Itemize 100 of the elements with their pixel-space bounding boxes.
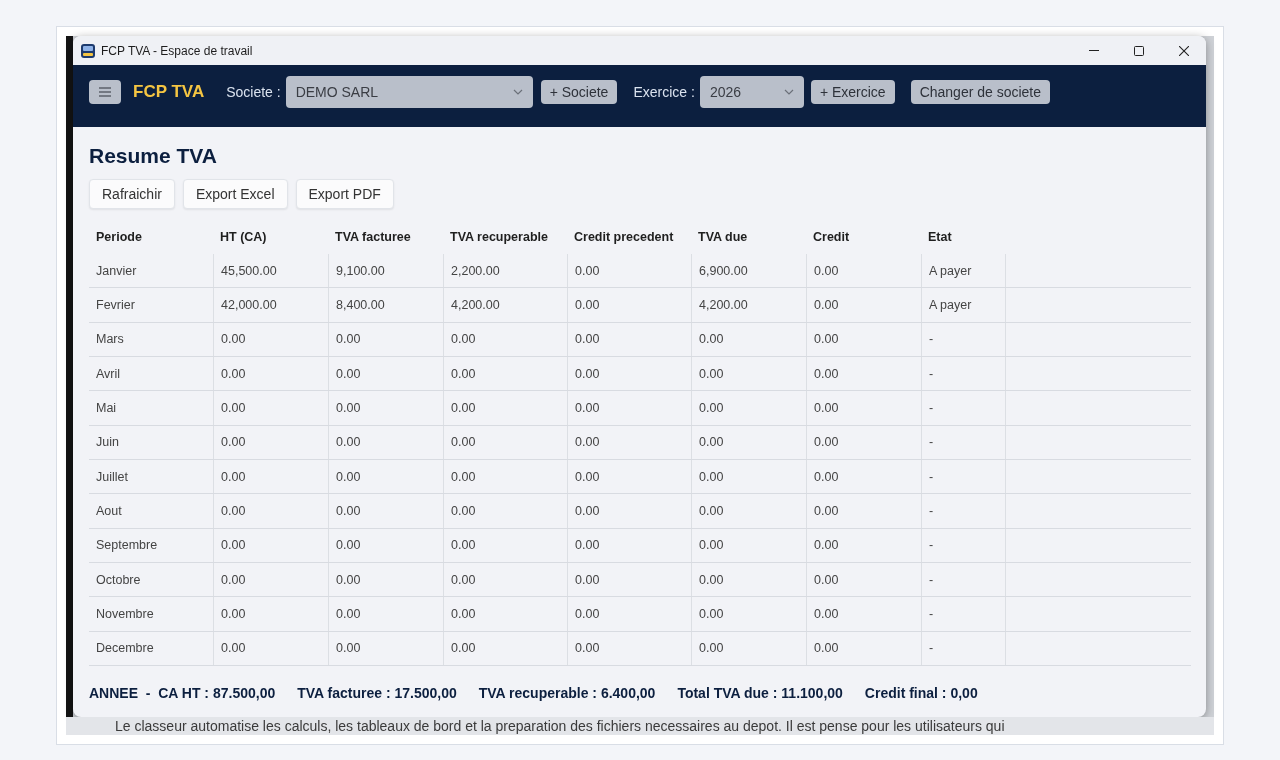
table-cell: 0.00 — [567, 631, 691, 665]
table-cell-text: Octobre — [95, 571, 142, 589]
table-cell: A payer — [921, 254, 1006, 288]
table-cell-text: Decembre — [95, 640, 155, 658]
table-cell: 0.00 — [213, 528, 328, 562]
action-button[interactable]: Export Excel — [182, 179, 288, 209]
table-cell-text: Juillet — [95, 468, 129, 486]
table-cell: 0.00 — [443, 597, 567, 631]
table-cell-text: Novembre — [95, 605, 155, 623]
column-header: TVA recuperable — [449, 228, 549, 246]
table-cell: 0.00 — [213, 357, 328, 391]
table-cell: 0.00 — [328, 425, 443, 459]
add-year-button[interactable]: + Exercice — [810, 80, 895, 104]
table-cell: 0.00 — [806, 597, 921, 631]
table-cell: 2,200.00 — [443, 254, 567, 288]
table-cell: 4,200.00 — [691, 288, 806, 322]
column-header: TVA due — [697, 228, 749, 246]
table-cell: 0.00 — [443, 494, 567, 528]
table-cell: 9,100.00 — [328, 254, 443, 288]
add-company-button[interactable]: + Societe — [540, 80, 618, 104]
table-cell: 0.00 — [806, 459, 921, 494]
column-header: HT (CA) — [219, 228, 268, 246]
table-cell: - — [921, 459, 1006, 494]
table-cell: 0.00 — [328, 631, 443, 665]
total-label: Credit final : 0,00 — [864, 683, 978, 703]
table-cell: 0.00 — [567, 425, 691, 459]
table-cell: 0.00 — [328, 391, 443, 425]
table-cell: - — [921, 391, 1006, 425]
table-cell: 0.00 — [328, 357, 443, 391]
table-cell: 0.00 — [691, 357, 806, 391]
table-cell: 0.00 — [328, 459, 443, 494]
table-cell: 0.00 — [806, 391, 921, 425]
table-cell: - — [921, 562, 1006, 597]
company-label: Societe : — [226, 84, 281, 100]
total-label: TVA recuperable : 6.400,00 — [478, 683, 656, 703]
table-cell: 0.00 — [691, 631, 806, 665]
company-select[interactable]: DEMO SARL — [285, 76, 533, 108]
table-cell: 0.00 — [328, 528, 443, 562]
change-company-button[interactable]: Changer de societe — [910, 80, 1051, 104]
table-cell: 0.00 — [443, 391, 567, 425]
table-cell: 0.00 — [806, 254, 921, 288]
table-cell: 0.00 — [328, 562, 443, 597]
table-cell: 0.00 — [806, 288, 921, 322]
table-cell: A payer — [921, 288, 1006, 322]
table-cell: - — [921, 322, 1006, 356]
table-cell: 45,500.00 — [213, 254, 328, 288]
table-cell: 0.00 — [806, 631, 921, 665]
column-header: Periode — [95, 228, 143, 246]
table-cell: 0.00 — [443, 425, 567, 459]
minimize-icon — [1088, 50, 1099, 51]
table-cell-text: Juin — [95, 434, 120, 452]
window-title: FCP TVA - Espace de travail — [101, 43, 254, 58]
action-button[interactable]: Rafraichir — [89, 179, 175, 209]
app-icon — [81, 43, 95, 58]
table-cell: 0.00 — [213, 425, 328, 459]
table-cell: 0.00 — [567, 494, 691, 528]
table-cell: 0.00 — [567, 288, 691, 322]
column-header: Credit — [812, 228, 851, 246]
table-cell: 0.00 — [213, 631, 328, 665]
table-cell: 0.00 — [213, 562, 328, 597]
table-cell: 0.00 — [567, 391, 691, 425]
table-cell-text: Aout — [95, 502, 123, 520]
page-title: Resume TVA — [89, 143, 218, 169]
chevron-down-icon — [512, 89, 523, 95]
column-header: Credit precedent — [573, 228, 675, 246]
table-cell: 0.00 — [567, 597, 691, 631]
background-text: Le classeur automatise les calculs, les tableaux de bord et la preparation des fichiers necessaires au depot. Il est pense pour les utilisateurs qui — [66, 717, 1214, 735]
menu-button[interactable] — [89, 80, 121, 104]
menu-icon — [99, 87, 111, 97]
table-cell: - — [921, 425, 1006, 459]
table-cell: - — [921, 528, 1006, 562]
action-button[interactable]: Export PDF — [295, 179, 394, 209]
table-cell: 0.00 — [328, 322, 443, 356]
table-cell: - — [921, 357, 1006, 391]
table-cell: 0.00 — [691, 391, 806, 425]
table-cell: 0.00 — [213, 322, 328, 356]
total-label: ANNEE - CA HT : 87.500,00 — [89, 683, 276, 703]
table-cell: 0.00 — [213, 597, 328, 631]
table-cell: 0.00 — [443, 322, 567, 356]
chevron-down-icon — [783, 89, 794, 95]
table-cell: 0.00 — [213, 494, 328, 528]
table-cell: 0.00 — [443, 528, 567, 562]
total-label: Total TVA due : 11.100,00 — [677, 683, 843, 703]
year-label: Exercice : — [633, 84, 695, 100]
year-select[interactable]: 2026 — [699, 76, 804, 108]
table-cell: 0.00 — [443, 357, 567, 391]
table-cell: 0.00 — [806, 562, 921, 597]
table-cell: 0.00 — [213, 459, 328, 494]
table-cell: 4,200.00 — [443, 288, 567, 322]
table-cell: 0.00 — [691, 494, 806, 528]
table-cell: 0.00 — [806, 322, 921, 356]
table-cell-text: Mai — [95, 399, 118, 417]
table-cell: 0.00 — [567, 459, 691, 494]
table-cell-text: Septembre — [95, 537, 159, 555]
table-cell: 0.00 — [806, 425, 921, 459]
column-header: Etat — [927, 228, 953, 246]
table-cell: 0.00 — [328, 597, 443, 631]
table-cell-text: Janvier — [95, 262, 138, 280]
table-cell: - — [921, 631, 1006, 665]
table-cell: 0.00 — [691, 528, 806, 562]
